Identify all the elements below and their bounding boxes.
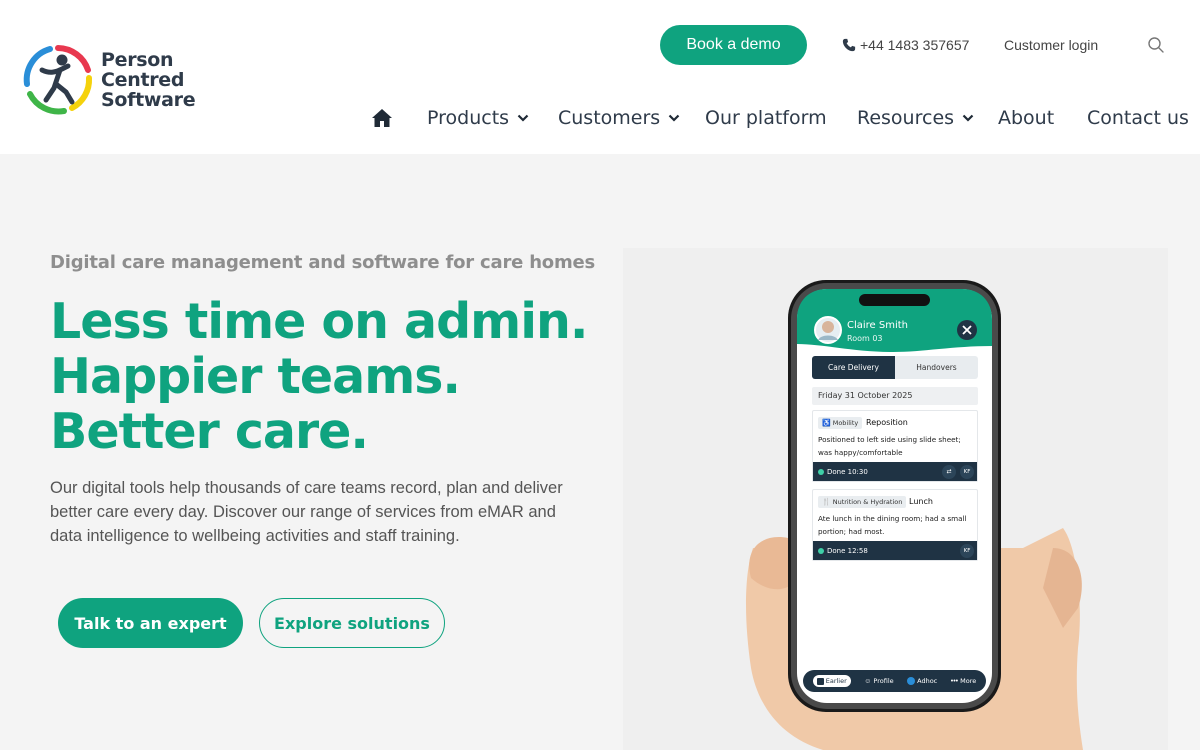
chevron-down-icon <box>517 114 529 122</box>
nav-label: Customers <box>558 107 661 129</box>
status-bar: Done 12:58 KF <box>813 541 977 560</box>
hero-description: Our digital tools help thousands of care… <box>50 479 563 545</box>
logo-line: Person <box>101 49 174 71</box>
care-record-card[interactable]: ♿ Mobility Reposition Positioned to left… <box>812 410 978 482</box>
repeat-icon[interactable]: ⇄ <box>942 464 956 479</box>
chevron-down-icon <box>668 114 680 122</box>
adhoc-icon <box>907 677 916 685</box>
nav-about[interactable]: About <box>998 104 1054 132</box>
chevron-down-icon <box>962 114 974 122</box>
customer-login-link[interactable]: Customer login <box>1004 36 1098 54</box>
note-line: was happy/comfortable <box>818 448 903 457</box>
more-icon: ••• <box>950 677 959 685</box>
category-tag: ♿ Mobility <box>818 417 863 429</box>
resident-room: Room 03 <box>847 334 883 343</box>
headline-line: Less time on admin. <box>50 293 589 350</box>
book-demo-button[interactable]: Book a demo <box>660 25 807 65</box>
nav-profile[interactable]: ☺ Profile <box>864 677 893 685</box>
nav-products[interactable]: Products <box>427 104 529 132</box>
nav-resources[interactable]: Resources <box>857 104 974 132</box>
initials-badge: KF <box>960 543 974 558</box>
card-title: Lunch <box>909 497 933 506</box>
category-tag: 🍴 Nutrition & Hydration <box>818 496 907 508</box>
nav-more[interactable]: ••• More <box>951 677 976 685</box>
nav-label: More <box>960 677 977 685</box>
search-button[interactable] <box>1147 36 1165 54</box>
status-text: Done 10:30 <box>827 467 868 476</box>
logo-line: Software <box>101 89 196 111</box>
nav-earlier[interactable]: Earlier <box>812 675 851 687</box>
nav-adhoc[interactable]: Adhoc <box>907 677 937 685</box>
tab-bar: Care Delivery Handovers <box>812 356 978 379</box>
headline-line: Happier teams. <box>50 348 461 405</box>
nav-home[interactable] <box>371 104 393 132</box>
date-label: Friday 31 October 2025 <box>812 387 978 405</box>
dynamic-island <box>859 294 930 306</box>
nav-label: Earlier <box>825 677 847 685</box>
hero-image: Claire Smith Room 03 Care Delivery Hando… <box>623 248 1168 750</box>
tab-care-delivery[interactable]: Care Delivery <box>812 356 895 379</box>
initials-badge: KF <box>960 464 974 479</box>
hero-section: Digital care management and software for… <box>0 154 1200 750</box>
logo-wordmark: Person Centred Software <box>101 49 196 111</box>
nav-label: About <box>998 107 1055 129</box>
headline-line: Better care. <box>50 403 369 460</box>
note-line: portion; had most. <box>818 527 885 536</box>
note-line: Positioned to left side using slide shee… <box>818 435 961 444</box>
home-icon <box>372 109 392 127</box>
nav-label: Our platform <box>705 107 827 129</box>
logo[interactable]: Person Centred Software <box>22 44 196 116</box>
nav-label: Products <box>427 107 510 129</box>
phone-number: +44 1483 357657 <box>860 37 970 53</box>
phone-icon <box>842 38 856 52</box>
talk-to-expert-button[interactable]: Talk to an expert <box>58 598 243 648</box>
tag-label: Nutrition & Hydration <box>832 498 903 506</box>
care-record-card[interactable]: 🍴 Nutrition & Hydration Lunch Ate lunch … <box>812 489 978 561</box>
note-line: Ate lunch in the dining room; had a smal… <box>818 514 967 523</box>
bottom-nav: Earlier ☺ Profile Adhoc ••• More <box>803 670 986 692</box>
nav-customers[interactable]: Customers <box>558 104 680 132</box>
tab-handovers[interactable]: Handovers <box>895 356 978 379</box>
nav-label: Contact us <box>1087 107 1189 129</box>
logo-line: Centred <box>101 69 185 91</box>
site-header: Person Centred Software Book a demo +44 … <box>0 0 1200 154</box>
card-note: Positioned to left side using slide shee… <box>818 433 961 459</box>
resident-name: Claire Smith <box>847 320 909 331</box>
nav-label: Profile <box>873 677 894 685</box>
hero-headline: Less time on admin. Happier teams. Bette… <box>50 293 589 460</box>
tag-label: Mobility <box>832 419 859 427</box>
calendar-icon <box>816 677 824 685</box>
phone-link[interactable]: +44 1483 357657 <box>842 36 969 54</box>
logo-mark-icon <box>23 45 93 115</box>
nav-our-platform[interactable]: Our platform <box>705 104 827 132</box>
status-text: Done 12:58 <box>827 546 868 555</box>
explore-solutions-button[interactable]: Explore solutions <box>259 598 445 648</box>
nav-label: Resources <box>857 107 955 129</box>
search-icon <box>1148 37 1164 53</box>
card-title: Reposition <box>866 418 908 427</box>
profile-icon: ☺ <box>864 677 872 685</box>
status-bar: Done 10:30 ⇄ KF <box>813 462 977 481</box>
mobility-icon: ♿ <box>822 420 831 427</box>
card-note: Ate lunch in the dining room; had a smal… <box>818 512 967 538</box>
nav-contact-us[interactable]: Contact us <box>1087 104 1189 132</box>
cutlery-icon: 🍴 <box>822 499 831 506</box>
status-dot-icon <box>818 547 824 554</box>
nav-label: Adhoc <box>917 677 938 685</box>
status-dot-icon <box>818 468 824 475</box>
hero-eyebrow: Digital care management and software for… <box>50 252 596 273</box>
